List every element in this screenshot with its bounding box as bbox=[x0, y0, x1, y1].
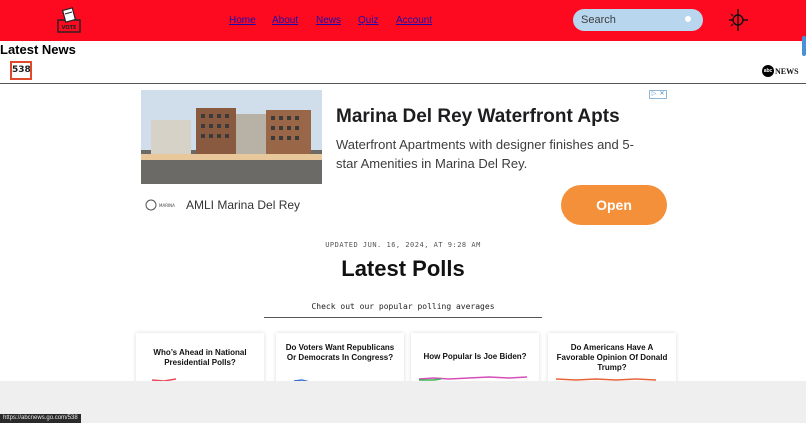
ad-open-button[interactable]: Open bbox=[561, 185, 667, 225]
ad-title[interactable]: Marina Del Rey Waterfront Apts bbox=[336, 106, 620, 128]
ad-description: Waterfront Apartments with designer fini… bbox=[336, 137, 634, 171]
abc-news-logo[interactable]: abc NEWS bbox=[762, 65, 799, 77]
advertiser-logo-text: MARINA bbox=[159, 203, 175, 208]
poll-card-title[interactable]: How Popular Is Joe Biden? bbox=[417, 352, 533, 362]
poll-card-title[interactable]: Do Americans Have A Favorable Opinion Of… bbox=[554, 343, 670, 373]
page: VOTE Home About News Quiz Account Latest… bbox=[0, 0, 806, 423]
updated-timestamp: UPDATED JUN. 16, 2024, AT 9:28 AM bbox=[325, 241, 481, 249]
section-heading: Latest News bbox=[0, 42, 76, 57]
adchoices-icon[interactable]: ▷ bbox=[650, 91, 658, 98]
advertiser-name[interactable]: AMLI Marina Del Rey bbox=[186, 198, 300, 212]
top-nav-bar: VOTE Home About News Quiz Account bbox=[0, 0, 806, 41]
nav-link-news[interactable]: News bbox=[316, 15, 341, 26]
ad-badge[interactable]: ▷ ✕ bbox=[649, 90, 667, 99]
ad-image[interactable] bbox=[141, 90, 322, 184]
scrollbar-thumb[interactable] bbox=[802, 36, 806, 56]
poll-card-trump[interactable]: Do Americans Have A Favorable Opinion Of… bbox=[548, 333, 676, 385]
nav-link-quiz[interactable]: Quiz bbox=[358, 15, 379, 26]
site-logo-538[interactable]: 538 bbox=[10, 61, 32, 80]
apartment-building-image bbox=[141, 90, 322, 184]
logo-text: VOTE bbox=[62, 25, 77, 31]
polls-title: Latest Polls bbox=[341, 256, 465, 281]
nav-link-account[interactable]: Account bbox=[396, 15, 432, 26]
embed-header: 538 abc NEWS bbox=[0, 57, 806, 84]
poll-card-national-presidential[interactable]: Who’s Ahead in National Presidential Pol… bbox=[136, 333, 264, 385]
advertisement[interactable]: Marina Del Rey Waterfront Apts Waterfron… bbox=[141, 90, 667, 225]
search-toggle-icon[interactable] bbox=[685, 16, 691, 22]
search-input[interactable] bbox=[581, 12, 681, 28]
poll-card-title[interactable]: Do Voters Want Republicans Or Democrats … bbox=[282, 343, 398, 363]
nav-link-about[interactable]: About bbox=[272, 15, 298, 26]
theme-toggle-icon[interactable] bbox=[726, 8, 752, 32]
poll-card-congress[interactable]: Do Voters Want Republicans Or Democrats … bbox=[276, 333, 404, 385]
close-icon[interactable]: ✕ bbox=[658, 91, 666, 98]
poll-card-title[interactable]: Who’s Ahead in National Presidential Pol… bbox=[142, 348, 258, 368]
page-footer-area bbox=[0, 381, 806, 423]
ballot-box-logo-icon[interactable]: VOTE bbox=[56, 6, 82, 34]
search-box[interactable] bbox=[573, 9, 703, 31]
advertiser-logo: MARINA bbox=[145, 199, 175, 211]
poll-card-biden[interactable]: How Popular Is Joe Biden? bbox=[411, 333, 539, 385]
abc-logo-mark: abc bbox=[762, 65, 774, 77]
nav-link-home[interactable]: Home bbox=[229, 15, 256, 26]
status-bar-url: https://abcnews.go.com/538 bbox=[0, 414, 81, 423]
abc-logo-text: NEWS bbox=[775, 66, 799, 76]
polls-subtitle-link[interactable]: Check out our popular polling averages bbox=[264, 302, 542, 318]
